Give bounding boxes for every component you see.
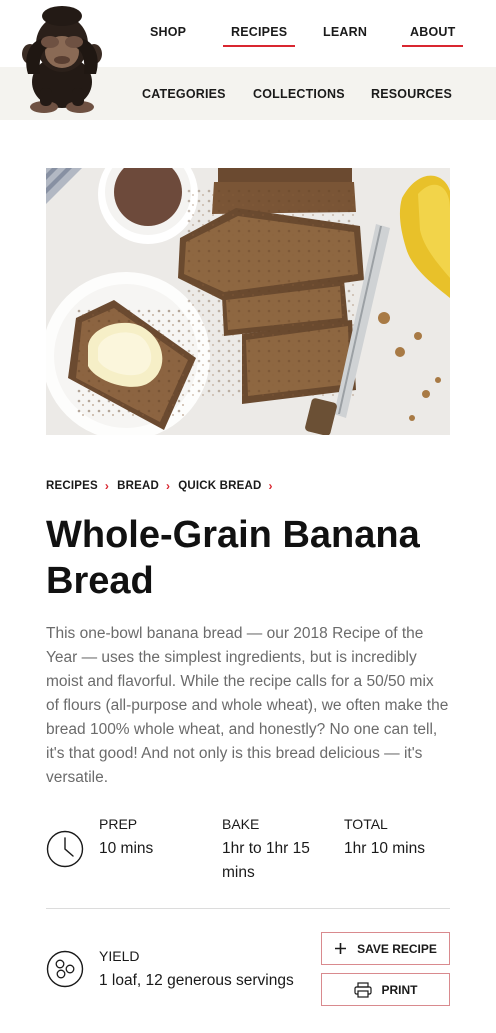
yield-label: YIELD	[99, 948, 140, 964]
bake-value: 1hr to 1hr 15 mins	[222, 840, 310, 881]
bake-label: BAKE	[222, 816, 260, 832]
nav-categories[interactable]: CATEGORIES	[142, 87, 226, 101]
nav-about[interactable]: ABOUT	[401, 25, 464, 47]
yield-icon	[46, 950, 84, 988]
bake-time: BAKE 1hr to 1hr 15 mins	[222, 815, 332, 885]
chevron-right-icon: ›	[165, 479, 171, 493]
nav-resources[interactable]: RESOURCES	[371, 87, 452, 101]
breadcrumb-quick-bread[interactable]: QUICK BREAD	[178, 480, 261, 492]
yield-value: 1 loaf, 12 generous servings	[99, 972, 294, 989]
breadcrumb-recipes[interactable]: RECIPES	[46, 480, 98, 492]
breadcrumb: RECIPES › BREAD › QUICK BREAD ›	[46, 479, 281, 493]
breadcrumb-bread[interactable]: BREAD	[117, 480, 159, 492]
chevron-right-icon: ›	[268, 479, 273, 493]
clock-icon	[46, 830, 84, 868]
print-label: PRINT	[381, 982, 418, 997]
monkey-logo[interactable]	[10, 4, 114, 116]
chevron-right-icon: ›	[104, 479, 110, 493]
prep-label: PREP	[99, 816, 138, 832]
nav-learn[interactable]: LEARN	[323, 25, 367, 39]
recipe-description: This one-bowl banana bread — our 2018 Re…	[46, 625, 449, 786]
total-value: 1hr 10 mins	[344, 840, 425, 857]
printer-icon	[353, 981, 372, 998]
save-recipe-label: SAVE RECIPE	[357, 941, 437, 956]
banana-bread-photo	[46, 168, 450, 435]
plus-icon	[335, 943, 347, 954]
total-label: TOTAL	[344, 816, 388, 832]
nav-recipes[interactable]: RECIPES	[222, 25, 296, 47]
yield: YIELD 1 loaf, 12 generous servings	[99, 947, 309, 993]
nav-collections[interactable]: COLLECTIONS	[253, 87, 345, 101]
print-button[interactable]: PRINT	[321, 973, 450, 1006]
prep-value: 10 mins	[99, 840, 154, 857]
nav-shop[interactable]: SHOP	[150, 25, 186, 39]
recipe-title: Whole-Grain Banana Bread	[46, 514, 420, 602]
save-recipe-button[interactable]: SAVE RECIPE	[321, 932, 450, 965]
divider	[46, 908, 450, 909]
prep-time: PREP 10 mins	[99, 815, 209, 861]
total-time: TOTAL 1hr 10 mins	[344, 815, 454, 861]
